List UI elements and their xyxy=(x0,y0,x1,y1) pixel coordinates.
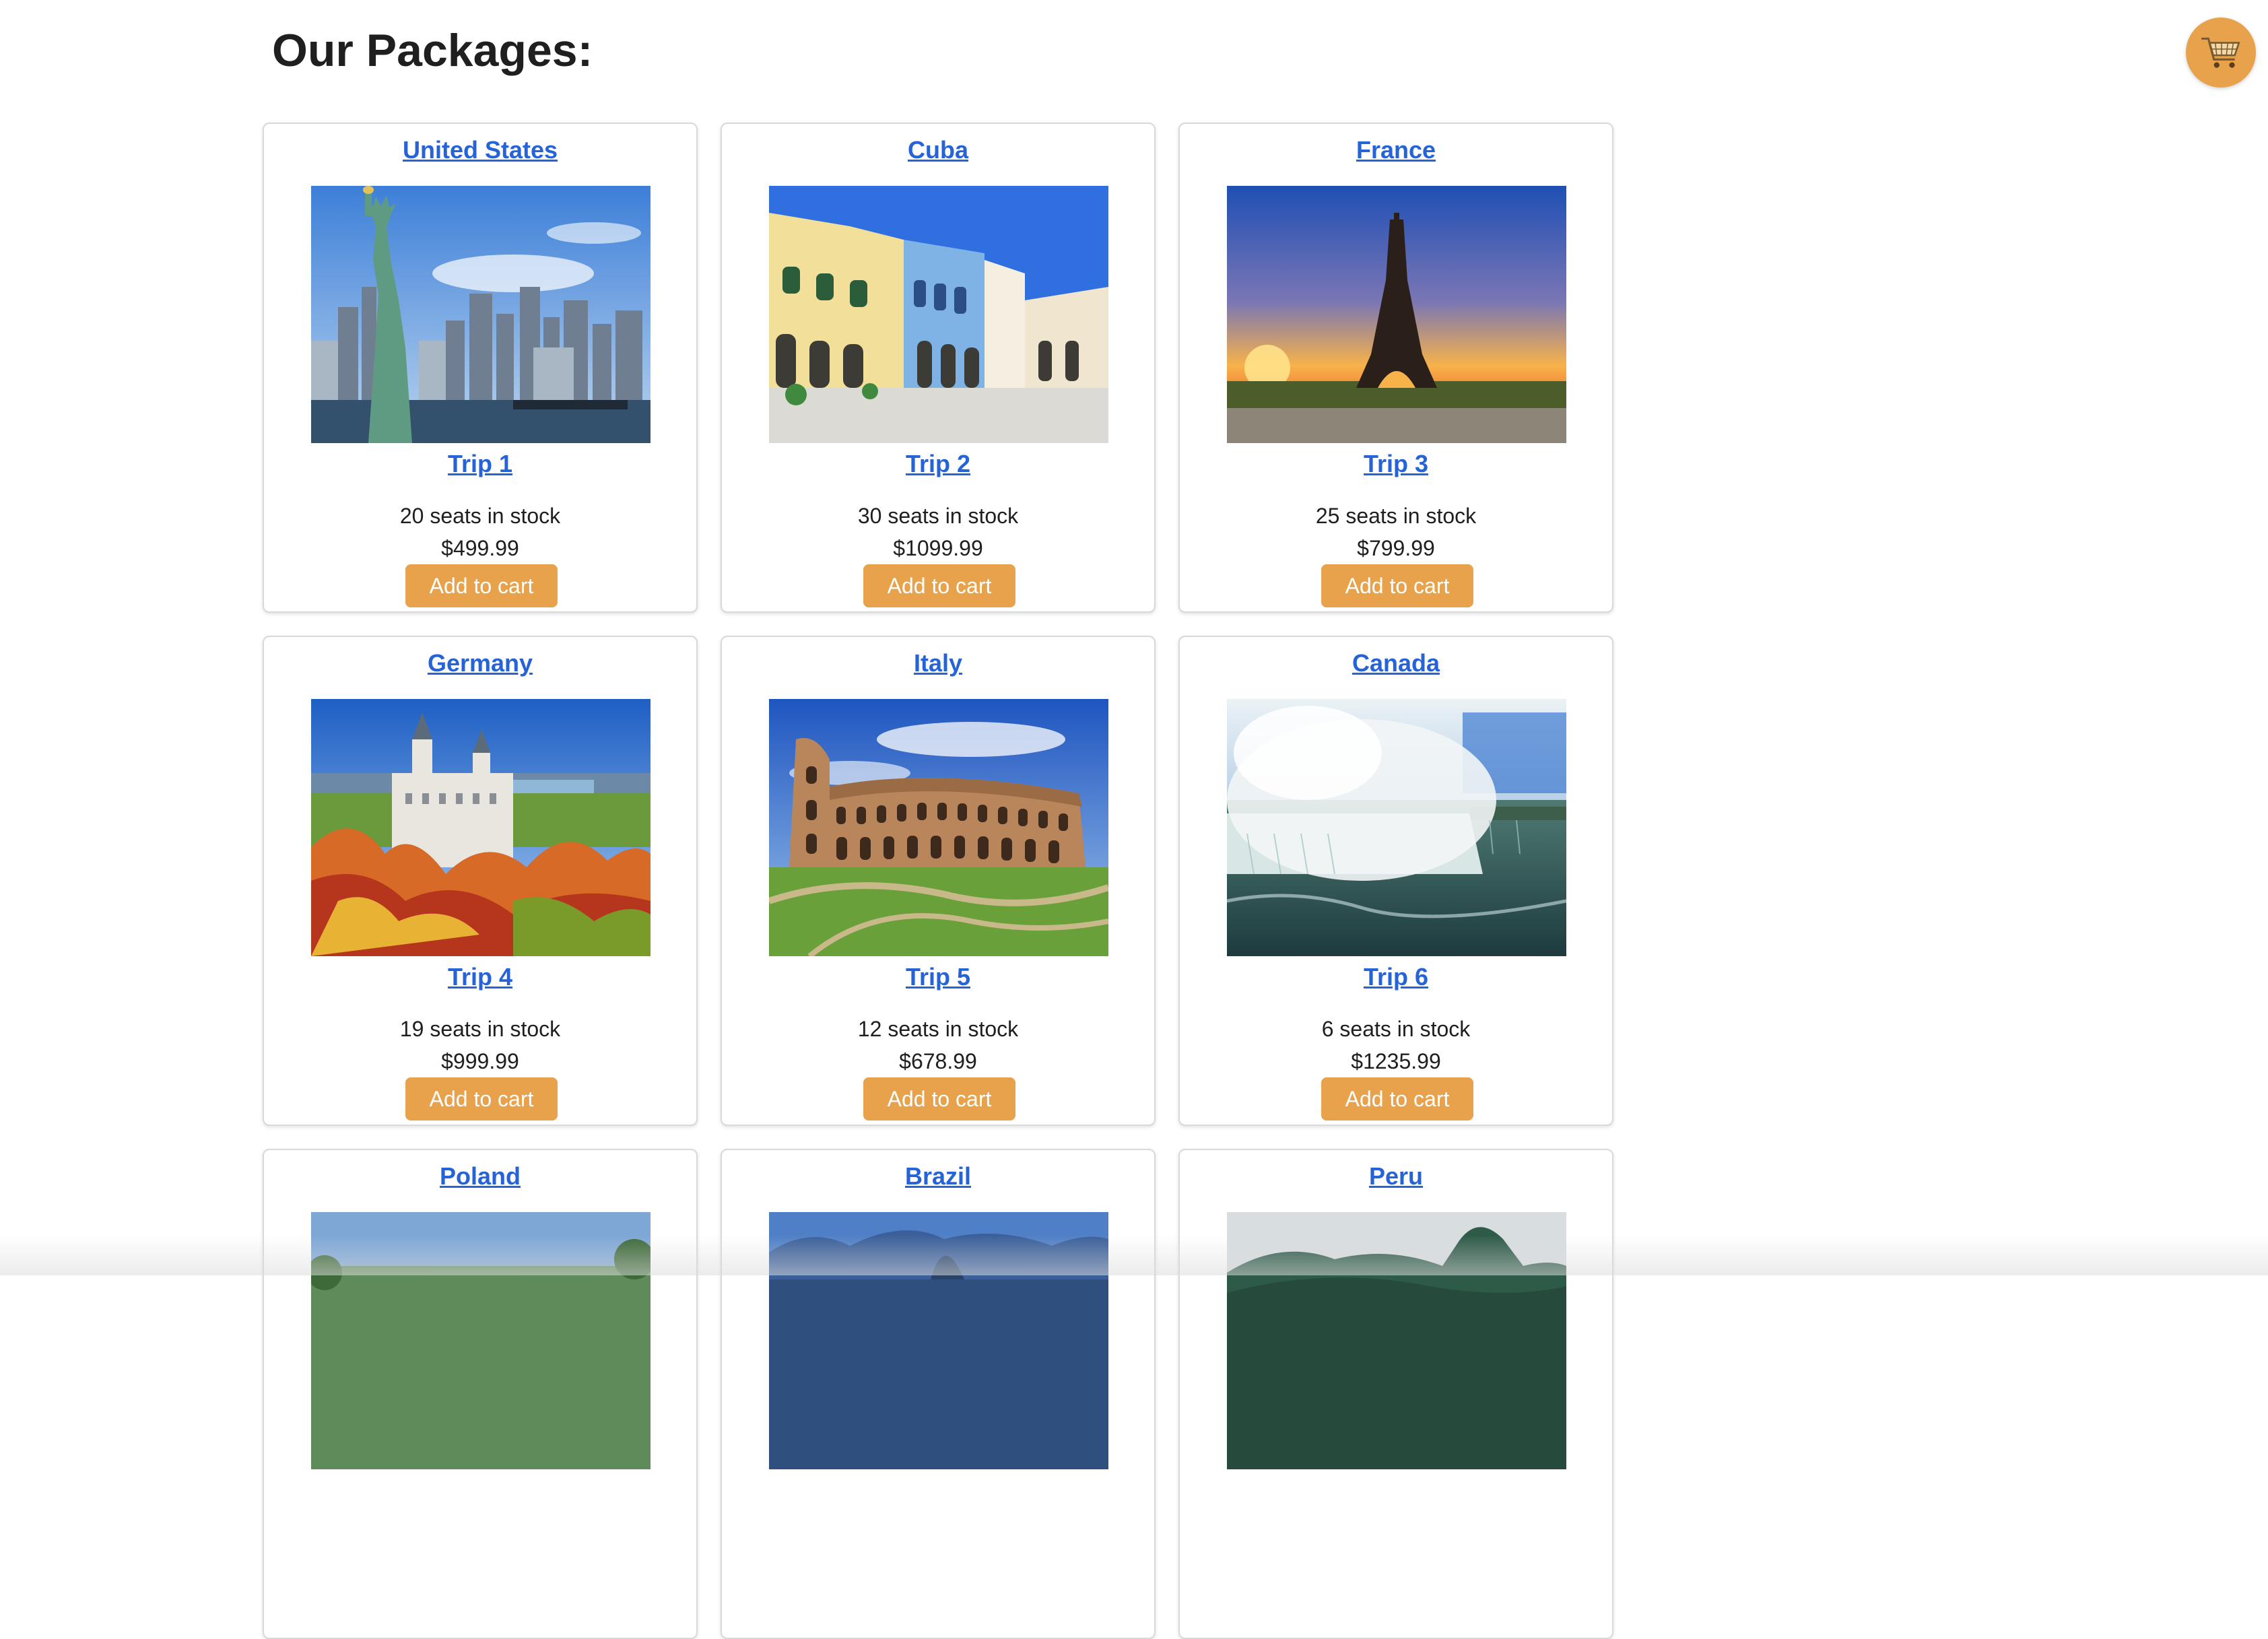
package-photo xyxy=(311,1212,651,1469)
stock-text: 30 seats in stock xyxy=(857,504,1019,528)
country-link[interactable]: Canada xyxy=(1180,646,1612,680)
country-link[interactable]: Brazil xyxy=(722,1160,1154,1193)
package-photo xyxy=(311,699,651,956)
stock-text: 12 seats in stock xyxy=(857,1017,1019,1041)
package-card: Italy Trip 5 12 seats in stock $678.99 A… xyxy=(721,636,1156,1126)
trip-link[interactable]: Trip 2 xyxy=(722,447,1154,481)
cart-button[interactable] xyxy=(2186,18,2256,88)
price-text: $1099.99 xyxy=(893,536,983,560)
package-photo xyxy=(1227,699,1566,956)
package-photo xyxy=(769,186,1108,443)
trip-link[interactable]: Trip 1 xyxy=(264,447,696,481)
shopping-cart-icon xyxy=(2201,37,2240,68)
stock-text: 20 seats in stock xyxy=(399,504,561,528)
package-card: Germany Trip 4 19 seats in stock $999.99… xyxy=(263,636,698,1126)
stock-text: 6 seats in stock xyxy=(1321,1017,1471,1041)
page-title: Our Packages: xyxy=(272,25,593,76)
country-link[interactable]: Italy xyxy=(722,646,1154,680)
stock-text: 25 seats in stock xyxy=(1315,504,1477,528)
country-link[interactable]: Poland xyxy=(264,1160,696,1193)
add-to-cart-button[interactable]: Add to cart xyxy=(405,564,558,607)
package-card: Brazil xyxy=(721,1149,1156,1639)
stock-text: 19 seats in stock xyxy=(399,1017,561,1041)
country-link[interactable]: France xyxy=(1180,133,1612,167)
country-link[interactable]: Cuba xyxy=(722,133,1154,167)
price-text: $499.99 xyxy=(441,536,519,560)
package-photo xyxy=(1227,186,1566,443)
trip-link[interactable]: Trip 5 xyxy=(722,960,1154,994)
country-link[interactable]: Peru xyxy=(1180,1160,1612,1193)
add-to-cart-button[interactable]: Add to cart xyxy=(863,1077,1015,1120)
add-to-cart-button[interactable]: Add to cart xyxy=(1321,564,1473,607)
add-to-cart-button[interactable]: Add to cart xyxy=(1321,1077,1473,1120)
package-photo xyxy=(1227,1212,1566,1469)
price-text: $999.99 xyxy=(441,1049,519,1073)
country-link[interactable]: United States xyxy=(264,133,696,167)
add-to-cart-button[interactable]: Add to cart xyxy=(405,1077,558,1120)
trip-link[interactable]: Trip 3 xyxy=(1180,447,1612,481)
package-card: France Trip 3 25 seats in stock $799.99 … xyxy=(1178,123,1613,613)
trip-link[interactable]: Trip 6 xyxy=(1180,960,1612,994)
add-to-cart-button[interactable]: Add to cart xyxy=(863,564,1015,607)
package-photo xyxy=(311,186,651,443)
package-card: Cuba Trip 2 30 seats in stock $1099.99 A… xyxy=(721,123,1156,613)
package-photo xyxy=(769,699,1108,956)
price-text: $799.99 xyxy=(1357,536,1435,560)
country-link[interactable]: Germany xyxy=(264,646,696,680)
trip-link[interactable]: Trip 4 xyxy=(264,960,696,994)
package-card: Poland xyxy=(263,1149,698,1639)
package-photo xyxy=(769,1212,1108,1469)
price-text: $678.99 xyxy=(899,1049,977,1073)
package-card: United States Trip 1 20 seats in stock $… xyxy=(263,123,698,613)
package-card: Canada Trip 6 6 seats in stock $1235.99 … xyxy=(1178,636,1613,1126)
packages-grid: United States Trip 1 20 seats in stock $… xyxy=(263,123,1613,1639)
package-card: Peru xyxy=(1178,1149,1613,1639)
price-text: $1235.99 xyxy=(1351,1049,1441,1073)
